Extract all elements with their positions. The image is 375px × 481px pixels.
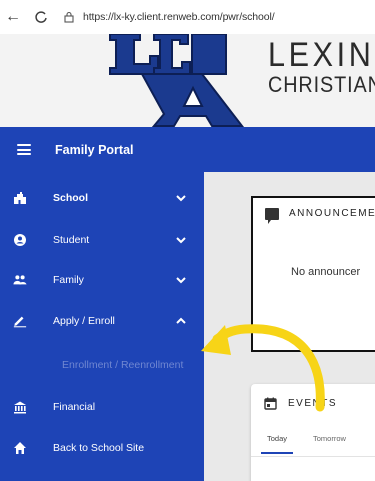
- sidebar-item-school[interactable]: School: [0, 178, 204, 218]
- tabs-divider: [251, 456, 375, 457]
- calendar-icon: [264, 397, 277, 410]
- url-text: https://lx-ky.client.renweb.com/pwr/scho…: [83, 11, 275, 23]
- chevron-up-icon: [176, 317, 186, 324]
- tab-today[interactable]: Today: [260, 434, 294, 454]
- bank-icon: [13, 400, 27, 414]
- chevron-down-icon: [176, 195, 186, 202]
- pencil-icon: [13, 314, 27, 328]
- sidebar-item-label: Family: [53, 274, 84, 286]
- browser-toolbar: ← https://lx-ky.client.renweb.com/pwr/sc…: [0, 0, 375, 34]
- announcement-icon: [265, 208, 279, 224]
- events-card: EVENTS Today Tomorrow: [251, 384, 375, 481]
- portal-title: Family Portal: [55, 142, 134, 157]
- building-icon: [13, 191, 27, 205]
- sidebar-item-label: Student: [53, 234, 90, 246]
- main-content: ANNOUNCEME No announcer EVENTS Today Tom…: [204, 172, 375, 481]
- sidebar-item-apply-enroll[interactable]: Apply / Enroll: [0, 301, 204, 341]
- person-icon: [13, 233, 27, 247]
- school-header: LEXING CHRISTIAN A: [0, 34, 375, 127]
- sidebar-item-label: Financial: [53, 401, 96, 413]
- sidebar-item-student[interactable]: Student: [0, 220, 204, 260]
- sidebar-item-financial[interactable]: Financial: [0, 387, 204, 427]
- announcements-empty-text: No announcer: [291, 266, 361, 278]
- sidebar: School Student Family Apply / Enroll Enr…: [0, 172, 204, 481]
- tab-tomorrow[interactable]: Tomorrow: [313, 434, 346, 443]
- reload-icon[interactable]: [30, 6, 52, 28]
- back-arrow-icon[interactable]: ←: [2, 6, 24, 28]
- sidebar-item-family[interactable]: Family: [0, 260, 204, 300]
- sidebar-item-back-to-school-site[interactable]: Back to School Site: [0, 428, 204, 468]
- school-name-line2: CHRISTIAN A: [268, 72, 375, 97]
- chevron-down-icon: [176, 277, 186, 284]
- sidebar-subitem-label: Enrollment / Reenrollment: [62, 359, 184, 371]
- announcements-title: ANNOUNCEME: [289, 208, 375, 219]
- sidebar-subitem-enrollment[interactable]: Enrollment / Reenrollment: [0, 345, 204, 385]
- chevron-down-icon: [176, 237, 186, 244]
- menu-icon[interactable]: [17, 144, 31, 155]
- portal-topbar: Family Portal: [0, 127, 375, 172]
- school-name-line1: LEXING: [268, 36, 375, 74]
- sidebar-item-label: Back to School Site: [53, 442, 145, 454]
- home-icon: [13, 441, 27, 455]
- school-logo: [109, 34, 245, 127]
- address-bar[interactable]: https://lx-ky.client.renweb.com/pwr/scho…: [62, 10, 275, 24]
- announcements-card: ANNOUNCEME No announcer: [251, 196, 375, 352]
- people-icon: [13, 273, 27, 287]
- lock-icon: [62, 10, 76, 24]
- sidebar-item-label: Apply / Enroll: [53, 315, 115, 327]
- events-title: EVENTS: [288, 398, 338, 409]
- sidebar-item-label: School: [53, 192, 89, 204]
